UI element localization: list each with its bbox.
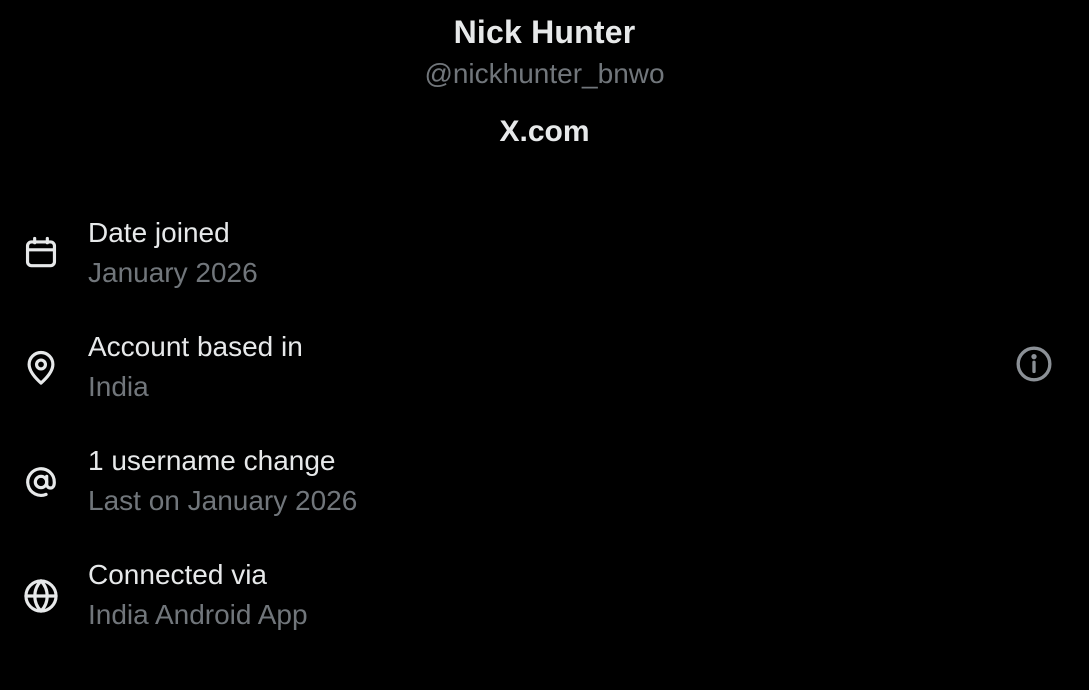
about-item-title: Account based in [88, 331, 303, 362]
about-item-subtitle: India Android App [88, 599, 308, 630]
about-item-title: 1 username change [88, 445, 336, 476]
info-icon[interactable] [1014, 344, 1054, 384]
calendar-icon [22, 234, 60, 272]
about-item-subtitle: India [88, 371, 149, 402]
username-handle: @nickhunter_bnwo [424, 58, 665, 89]
about-item-account-based-in: Account based in India [0, 331, 1089, 431]
about-item-date-joined: Date joined January 2026 [0, 217, 1089, 317]
at-sign-icon [22, 463, 60, 501]
about-item-title: Date joined [88, 217, 230, 248]
about-item-title: Connected via [88, 559, 268, 590]
about-item-subtitle: January 2026 [88, 257, 258, 288]
globe-icon [22, 577, 60, 615]
about-item-username-change: 1 username change Last on January 2026 [0, 445, 1089, 545]
about-item-connected-via: Connected via India Android App [0, 559, 1089, 659]
site-label: X.com [499, 115, 590, 148]
display-name: Nick Hunter [453, 14, 636, 50]
location-pin-icon [22, 349, 60, 387]
about-item-subtitle: Last on January 2026 [88, 485, 358, 516]
